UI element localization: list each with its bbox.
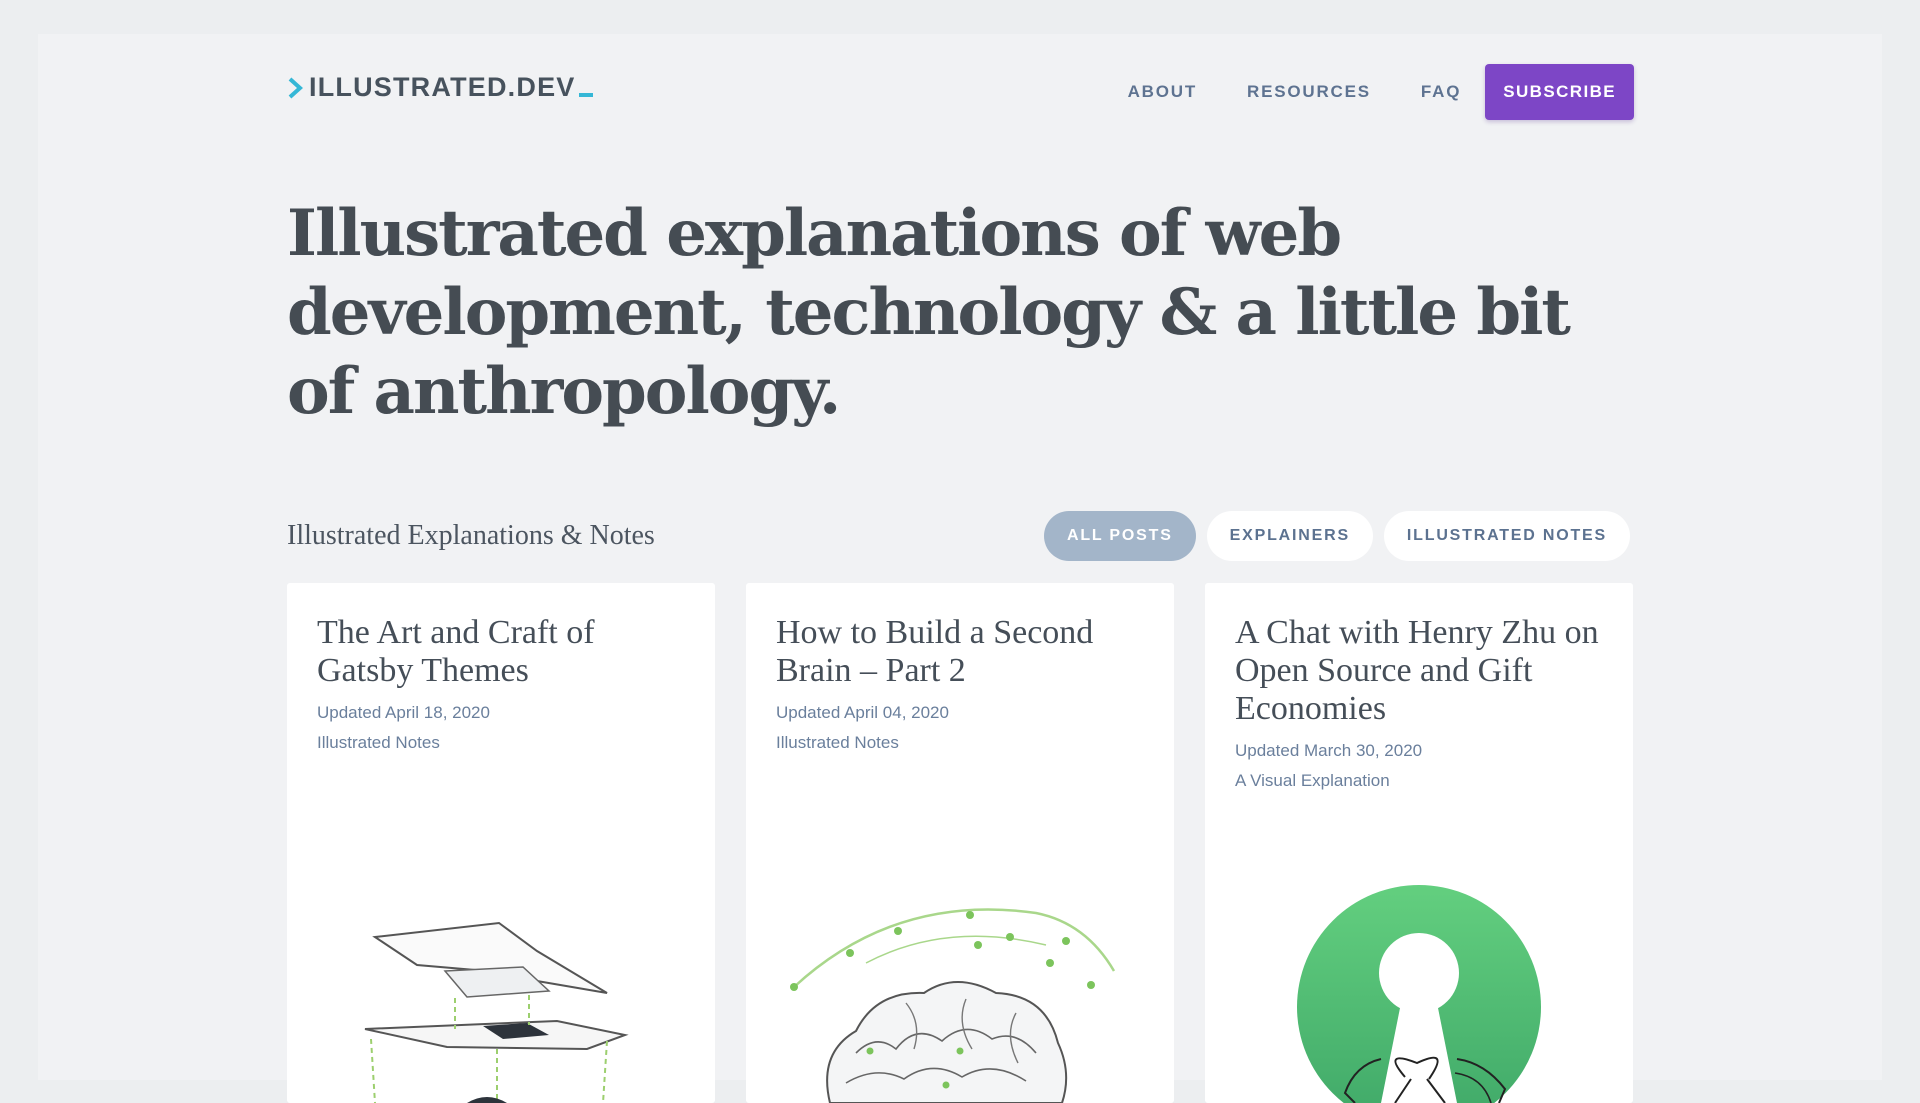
card-title[interactable]: How to Build a Second Brain – Part 2 xyxy=(776,614,1144,690)
open-source-gift-illustration xyxy=(1205,853,1633,1103)
section-title: Illustrated Explanations & Notes xyxy=(287,520,655,552)
card-title[interactable]: A Chat with Henry Zhu on Open Source and… xyxy=(1235,614,1603,728)
card-date: Updated April 18, 2020 xyxy=(317,698,685,728)
card-date: Updated March 30, 2020 xyxy=(1235,736,1603,766)
brain-illustration xyxy=(746,853,1174,1103)
card-title[interactable]: The Art and Craft of Gatsby Themes xyxy=(317,614,685,690)
post-card-gatsby-themes[interactable]: The Art and Craft of Gatsby Themes Updat… xyxy=(287,583,715,1103)
card-category[interactable]: A Visual Explanation xyxy=(1235,766,1603,796)
logo-text: ILLUSTRATED.DEV xyxy=(309,72,576,103)
filter-illustrated-notes[interactable]: ILLUSTRATED NOTES xyxy=(1384,511,1630,561)
card-category[interactable]: Illustrated Notes xyxy=(317,728,685,758)
main-nav: ABOUT RESOURCES FAQ SUBSCRIBE xyxy=(1078,64,1634,120)
content-column: ILLUSTRATED.DEV ABOUT RESOURCES FAQ SUBS… xyxy=(287,34,1634,1080)
filter-explainers[interactable]: EXPLAINERS xyxy=(1207,511,1373,561)
post-cards: The Art and Craft of Gatsby Themes Updat… xyxy=(287,583,1633,1103)
hero-headline: Illustrated explanations of web developm… xyxy=(287,194,1587,431)
card-date: Updated April 04, 2020 xyxy=(776,698,1144,728)
stacked-layers-illustration xyxy=(287,853,715,1103)
nav-faq[interactable]: FAQ xyxy=(1421,82,1461,102)
site-logo[interactable]: ILLUSTRATED.DEV xyxy=(287,72,593,103)
chevron-right-icon xyxy=(287,77,305,99)
page: ILLUSTRATED.DEV ABOUT RESOURCES FAQ SUBS… xyxy=(38,34,1882,1080)
post-filters: ALL POSTS EXPLAINERS ILLUSTRATED NOTES xyxy=(1033,511,1630,561)
cursor-underscore-icon xyxy=(579,93,593,97)
filter-all-posts[interactable]: ALL POSTS xyxy=(1044,511,1196,561)
nav-resources[interactable]: RESOURCES xyxy=(1247,82,1371,102)
post-card-second-brain[interactable]: How to Build a Second Brain – Part 2 Upd… xyxy=(746,583,1174,1103)
nav-about[interactable]: ABOUT xyxy=(1128,82,1197,102)
subscribe-button[interactable]: SUBSCRIBE xyxy=(1485,64,1634,120)
card-category[interactable]: Illustrated Notes xyxy=(776,728,1144,758)
post-card-henry-zhu[interactable]: A Chat with Henry Zhu on Open Source and… xyxy=(1205,583,1633,1103)
